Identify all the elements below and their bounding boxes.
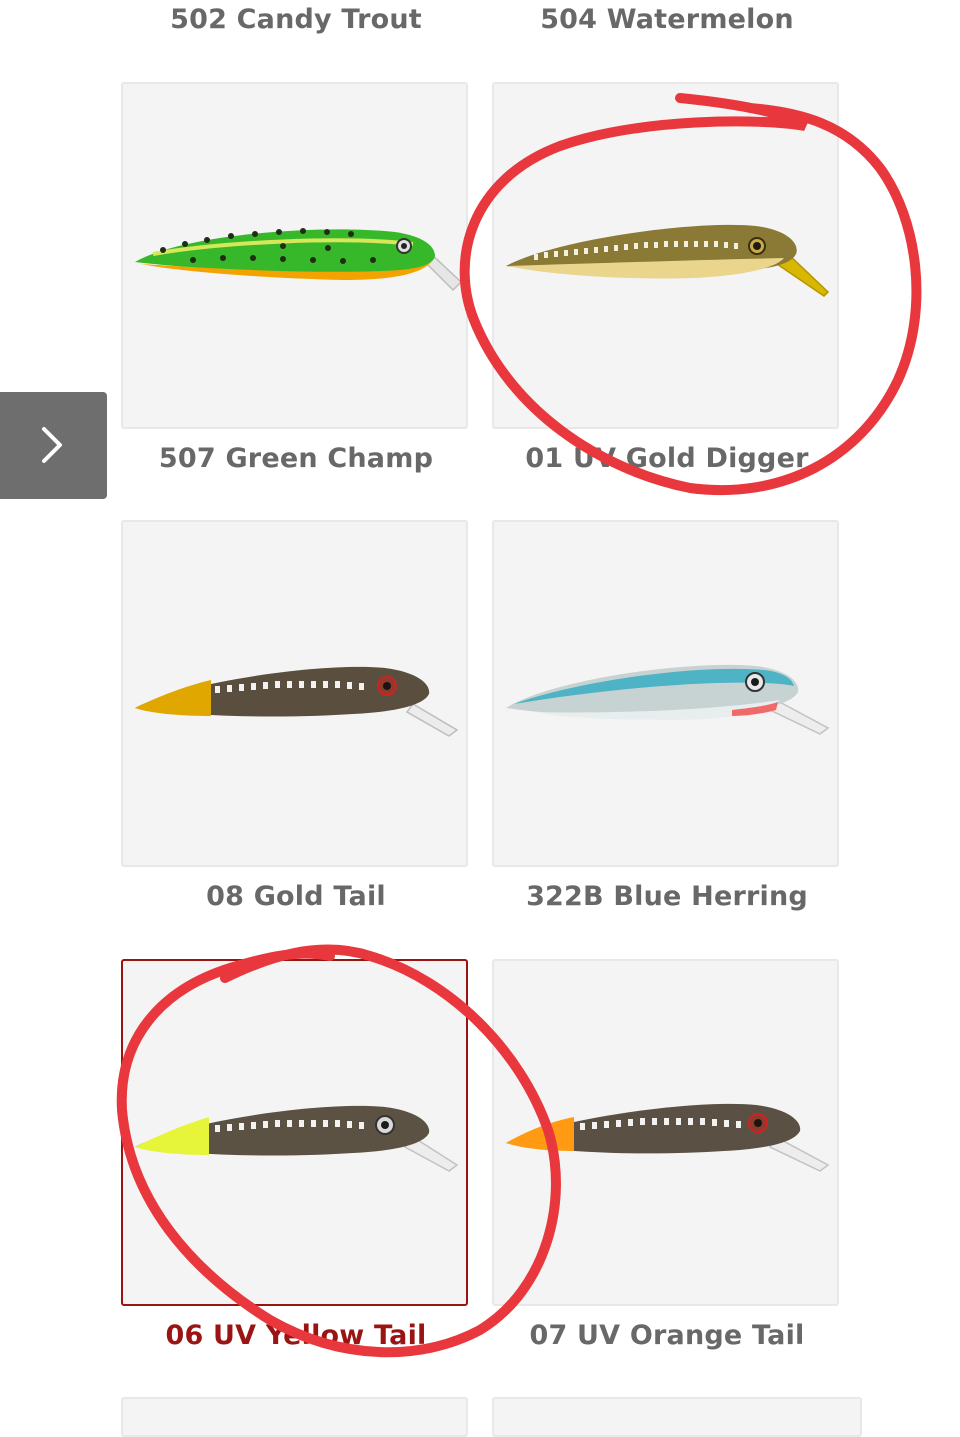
product-label-orange-tail[interactable]: 07 UV Orange Tail — [487, 1320, 847, 1351]
product-label-gold-digger[interactable]: 01 UV Gold Digger — [487, 443, 847, 474]
lure-gold-digger-icon — [506, 224, 830, 297]
product-card-green-champ[interactable] — [121, 82, 468, 429]
product-card-yellow-tail[interactable] — [121, 959, 468, 1306]
chevron-right-icon — [42, 427, 62, 463]
product-card-orange-tail[interactable] — [492, 959, 839, 1306]
lure-orange-tail-icon — [506, 1103, 830, 1172]
product-card-gold-tail[interactable] — [121, 520, 468, 867]
lure-green-champ-icon — [135, 228, 463, 292]
product-label-blue-herring[interactable]: 322B Blue Herring — [487, 881, 847, 912]
product-label-green-champ[interactable]: 507 Green Champ — [116, 443, 476, 474]
lure-yellow-tail-icon — [135, 1105, 459, 1172]
next-arrow-button[interactable] — [0, 392, 107, 499]
product-label-watermelon[interactable]: 504 Watermelon — [487, 4, 847, 35]
product-label-candy-trout[interactable]: 502 Candy Trout — [116, 4, 476, 35]
product-card-gold-digger[interactable] — [492, 82, 839, 429]
product-label-yellow-tail[interactable]: 06 UV Yellow Tail — [116, 1320, 476, 1351]
product-card-next-row-right[interactable] — [492, 1397, 862, 1437]
lure-blue-herring-icon — [506, 664, 830, 735]
product-label-gold-tail[interactable]: 08 Gold Tail — [116, 881, 476, 912]
product-card-next-row-left[interactable] — [121, 1397, 468, 1437]
product-card-blue-herring[interactable] — [492, 520, 839, 867]
lure-gold-tail-icon — [135, 666, 459, 737]
